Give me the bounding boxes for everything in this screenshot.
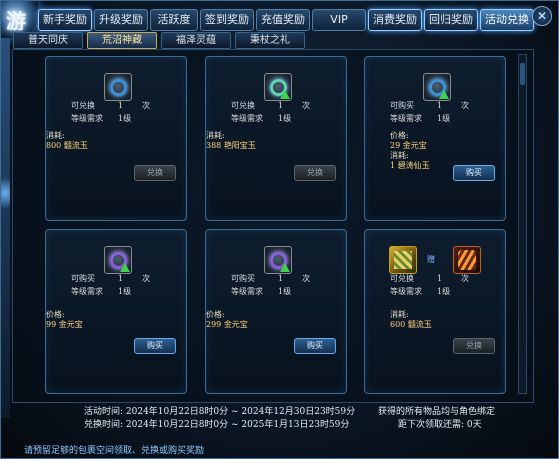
upgrade-arrow-icon — [280, 263, 290, 272]
level-req-value: 1级 — [437, 287, 451, 296]
tab-consume[interactable]: 消费奖励 — [368, 9, 422, 31]
exchange-count-value: 1 — [437, 274, 443, 283]
cost-value: 800 髓流玉 — [46, 141, 88, 150]
purchase-count-label: 可购买 — [390, 101, 414, 110]
purchase-count-unit: 次 — [142, 274, 150, 283]
purple-ring-icon[interactable] — [104, 246, 132, 274]
teal-ring-icon[interactable] — [264, 73, 292, 101]
exchange-count-value: 1 — [118, 101, 124, 110]
blue-ring-icon[interactable] — [423, 73, 451, 101]
level-req-label: 等级需求 — [71, 287, 103, 296]
price-value: 299 金元宝 — [206, 320, 248, 329]
subtab-swamp-treasure[interactable]: 荒沼神藏 — [87, 32, 157, 49]
price-label: 价格: — [46, 310, 65, 319]
level-req-label: 等级需求 — [231, 287, 263, 296]
left-rail — [0, 38, 10, 418]
scrollbar-thumb[interactable] — [520, 63, 525, 85]
exchange-count-label: 可兑换 — [390, 274, 414, 283]
level-req-value: 1级 — [278, 114, 292, 123]
level-req-value: 1级 — [437, 114, 451, 123]
next-claim-countdown: 距下次领取还需: 0天 — [398, 420, 482, 430]
exchange-count-unit: 次 — [302, 101, 310, 110]
cost-value: 600 髓流玉 — [390, 320, 432, 329]
upgrade-arrow-icon — [439, 90, 449, 99]
exchange-count-unit: 次 — [142, 101, 150, 110]
tab-exchange[interactable]: 活动兑换 — [480, 9, 534, 31]
level-req-value: 1级 — [118, 287, 132, 296]
price-label: 价格: — [390, 131, 409, 140]
tab-levelup[interactable]: 升级奖励 — [94, 9, 148, 31]
buy-button[interactable]: 购买 — [134, 338, 176, 354]
cost-value: 1 碧涛仙玉 — [390, 161, 430, 170]
cost-label: 消耗: — [46, 131, 65, 140]
cost-value: 388 艳阳宝玉 — [206, 141, 256, 150]
event-window: 游 新手奖励 升级奖励 活跃度 签到奖励 充值奖励 VIP 消费奖励 回归奖励 … — [0, 0, 559, 459]
reward-card: 可兑换 1 次 等级需求 1级 消耗: 388 艳阳宝玉 兑换 — [205, 56, 347, 221]
exchange-count-label: 可兑换 — [231, 101, 255, 110]
level-req-label: 等级需求 — [231, 114, 263, 123]
cost-label: 消耗: — [390, 310, 409, 319]
purchase-count-label: 可购买 — [71, 274, 95, 283]
level-req-label: 等级需求 — [71, 114, 103, 123]
upgrade-arrow-icon — [280, 90, 290, 99]
scrollbar[interactable] — [518, 54, 527, 394]
gift-label: 赠 — [427, 255, 435, 264]
activity-time: 活动时间: 2024年10月22日8时0分 ~ 2024年12月30日23时59… — [84, 407, 356, 417]
status-hint: 请预留足够的包裹空间领取、兑换或购买奖励 — [24, 446, 205, 456]
purchase-count-unit: 次 — [302, 274, 310, 283]
exchange-count-unit: 次 — [461, 274, 469, 283]
level-req-label: 等级需求 — [390, 287, 422, 296]
reward-card: 赠 可兑换 1 次 等级需求 1级 消耗: 600 髓流玉 兑换 — [364, 229, 506, 394]
gold-blade-icon[interactable] — [389, 246, 417, 274]
top-tab-bar: 新手奖励 升级奖励 活跃度 签到奖励 充值奖励 VIP 消费奖励 回归奖励 活动… — [38, 9, 534, 31]
sub-tab-bar: 普天同庆 荒沼神藏 福泽灵蕴 秉杖之礼 — [13, 32, 305, 49]
close-button[interactable]: ✕ — [532, 6, 552, 26]
exchange-count-label: 可兑换 — [71, 101, 95, 110]
price-value: 99 金元宝 — [46, 320, 83, 329]
bind-note: 获得的所有物品均与角色绑定 — [378, 407, 496, 417]
buy-button[interactable]: 购买 — [294, 338, 336, 354]
reward-card: 可兑换 1 次 等级需求 1级 消耗: 800 髓流玉 兑换 — [45, 56, 187, 221]
purchase-count-value: 1 — [437, 101, 443, 110]
fire-scroll-icon[interactable] — [453, 246, 481, 274]
exchange-time: 兑换时间: 2024年10月22日8时0分 ~ 2025年1月13日23时59分 — [84, 420, 350, 430]
subtab-blessing[interactable]: 福泽灵蕴 — [161, 32, 231, 49]
purchase-count-label: 可购买 — [231, 274, 255, 283]
exchange-count-value: 1 — [278, 101, 284, 110]
tab-newbie[interactable]: 新手奖励 — [38, 9, 92, 31]
purchase-count-unit: 次 — [461, 101, 469, 110]
tab-recharge[interactable]: 充值奖励 — [256, 9, 310, 31]
level-req-value: 1级 — [278, 287, 292, 296]
subtab-staff-gift[interactable]: 秉杖之礼 — [235, 32, 305, 49]
tab-signin[interactable]: 签到奖励 — [200, 9, 254, 31]
cost-label: 消耗: — [206, 131, 225, 140]
price-value: 29 金元宝 — [390, 141, 427, 150]
rail-ornament-icon — [0, 178, 10, 208]
exchange-button[interactable]: 兑换 — [134, 165, 176, 181]
buy-button[interactable]: 购买 — [453, 165, 495, 181]
price-label: 价格: — [206, 310, 225, 319]
subtab-celebration[interactable]: 普天同庆 — [13, 32, 83, 49]
blue-ring-icon[interactable] — [104, 73, 132, 101]
purchase-count-value: 1 — [118, 274, 124, 283]
level-req-label: 等级需求 — [390, 114, 422, 123]
reward-card: 可购买 1 次 等级需求 1级 价格: 99 金元宝 购买 — [45, 229, 187, 394]
tab-activity[interactable]: 活跃度 — [150, 9, 198, 31]
exchange-button[interactable]: 兑换 — [294, 165, 336, 181]
tab-return[interactable]: 回归奖励 — [424, 9, 478, 31]
purple-ring-icon[interactable] — [264, 246, 292, 274]
cost-label: 消耗: — [390, 151, 409, 160]
exchange-button[interactable]: 兑换 — [453, 338, 495, 354]
purchase-count-value: 1 — [278, 274, 284, 283]
tab-vip[interactable]: VIP — [312, 9, 366, 31]
reward-card: 可购买 1 次 等级需求 1级 价格: 29 金元宝 消耗: 1 碧涛仙玉 购买 — [364, 56, 506, 221]
level-req-value: 1级 — [118, 114, 132, 123]
upgrade-arrow-icon — [120, 263, 130, 272]
reward-card: 可购买 1 次 等级需求 1级 价格: 299 金元宝 购买 — [205, 229, 347, 394]
